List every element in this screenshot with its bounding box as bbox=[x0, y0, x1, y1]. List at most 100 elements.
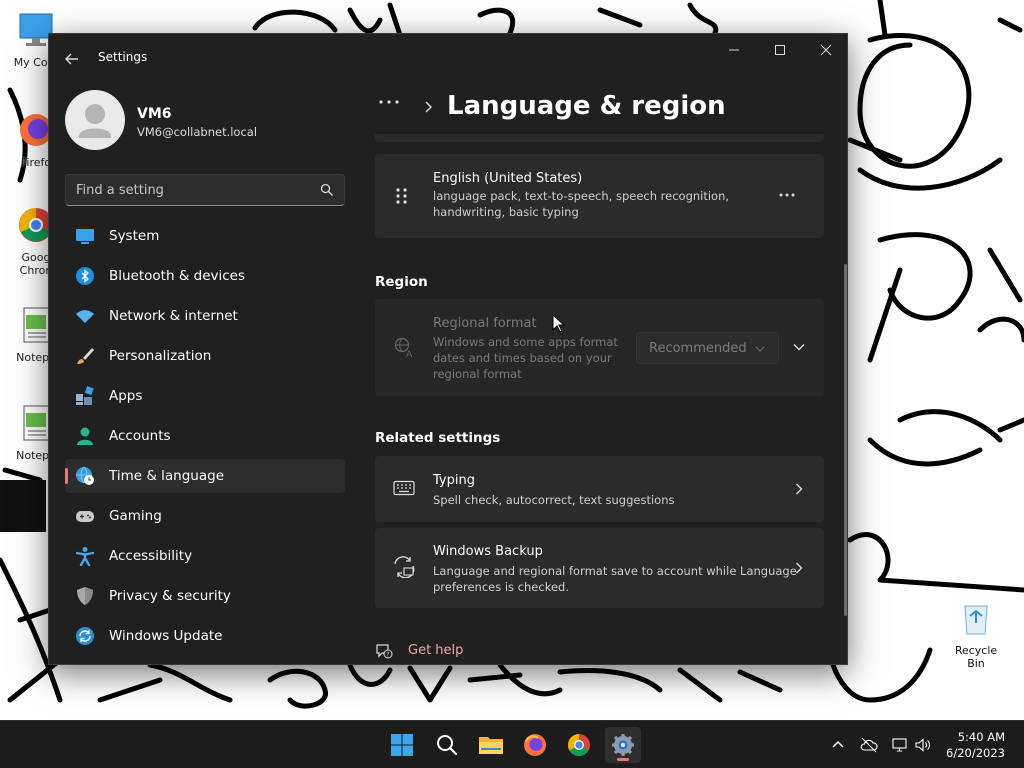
sidebar-item-label: Accounts bbox=[109, 428, 171, 444]
svg-text:A: A bbox=[406, 350, 413, 359]
chevron-right-icon bbox=[425, 101, 432, 113]
related-setting-windows-backup[interactable]: Windows Backup Language and regional for… bbox=[375, 528, 824, 608]
regional-format-desc-line3: regional format bbox=[433, 367, 522, 381]
regional-format-card[interactable]: A Regional format Windows and some apps … bbox=[375, 299, 824, 396]
expand-chevron-icon[interactable] bbox=[793, 342, 805, 352]
chrome-button[interactable] bbox=[561, 727, 597, 763]
title-bar[interactable]: Settings bbox=[49, 34, 847, 82]
start-button[interactable] bbox=[384, 727, 420, 763]
sidebar-item-label: Apps bbox=[109, 388, 143, 404]
desktop-icon-recycle-bin[interactable]: Recycle Bin bbox=[945, 598, 1007, 670]
sidebar-item-accessibility[interactable]: Accessibility bbox=[65, 539, 345, 573]
person-silhouette-icon bbox=[79, 104, 111, 138]
sidebar-item-privacy-security[interactable]: Privacy & security bbox=[65, 579, 345, 613]
svg-text:?: ? bbox=[386, 651, 389, 658]
sidebar-item-label: Windows Update bbox=[109, 628, 223, 644]
shield-icon bbox=[77, 587, 93, 605]
related-setting-typing[interactable]: Typing Spell check, autocorrect, text su… bbox=[375, 456, 824, 522]
update-icon bbox=[76, 627, 94, 645]
user-email: VM6@collabnet.local bbox=[137, 125, 258, 139]
search-button[interactable] bbox=[429, 727, 465, 763]
globe-clock-icon bbox=[76, 466, 94, 485]
volume-icon[interactable] bbox=[914, 736, 932, 754]
sidebar-item-label: Privacy & security bbox=[109, 588, 231, 604]
chrome-icon bbox=[568, 734, 590, 756]
windows-backup-title: Windows Backup bbox=[433, 544, 543, 559]
dropdown-selected-value: Recommended bbox=[649, 341, 747, 356]
get-help-link[interactable]: ? Get help bbox=[375, 641, 495, 661]
windows-backup-desc-line1: Language and regional format save to acc… bbox=[433, 564, 797, 578]
sidebar-item-bluetooth[interactable]: Bluetooth & devices bbox=[65, 259, 345, 293]
gear-icon bbox=[612, 734, 634, 756]
clock-date: 6/20/2023 bbox=[946, 746, 1005, 760]
regional-format-title: Regional format bbox=[433, 316, 537, 331]
sidebar-item-label: Time & language bbox=[109, 468, 225, 484]
sidebar-item-label: Network & internet bbox=[109, 308, 238, 324]
sidebar-nav: System Bluetooth & devices Network & int… bbox=[65, 219, 345, 659]
regional-format-dropdown[interactable]: Recommended bbox=[636, 332, 779, 364]
user-name: VM6 bbox=[137, 106, 172, 122]
brush-icon bbox=[77, 348, 94, 364]
chevron-right-icon bbox=[796, 562, 803, 574]
back-button[interactable] bbox=[59, 46, 85, 72]
bluetooth-icon bbox=[76, 267, 94, 285]
maximize-button[interactable] bbox=[757, 34, 803, 66]
sidebar-item-label: Bluetooth & devices bbox=[109, 268, 246, 284]
sidebar-item-label: Accessibility bbox=[109, 548, 193, 564]
sidebar-item-gaming[interactable]: Gaming bbox=[65, 499, 345, 533]
sidebar-item-network[interactable]: Network & internet bbox=[65, 299, 345, 333]
backup-sync-icon bbox=[394, 556, 415, 578]
search-placeholder: Find a setting bbox=[76, 183, 164, 198]
language-features-line2: handwriting, basic typing bbox=[433, 205, 579, 219]
sidebar-item-time-language[interactable]: Time & language bbox=[65, 459, 345, 493]
regional-format-desc-line2: dates and times based on your bbox=[433, 351, 612, 365]
section-heading-region: Region bbox=[375, 274, 428, 290]
window-title: Settings bbox=[98, 50, 148, 64]
sidebar-item-system[interactable]: System bbox=[65, 219, 345, 253]
sidebar-item-accounts[interactable]: Accounts bbox=[65, 419, 345, 453]
avatar[interactable] bbox=[65, 90, 125, 150]
network-icon[interactable] bbox=[891, 736, 909, 754]
regional-format-icon: A bbox=[394, 337, 413, 359]
sidebar-item-apps[interactable]: Apps bbox=[65, 379, 345, 413]
scrolled-card-edge bbox=[375, 134, 824, 142]
show-hidden-icons-chevron-icon[interactable] bbox=[829, 736, 847, 754]
system-clock[interactable]: 5:40 AM 6/20/2023 bbox=[946, 729, 1005, 761]
typing-desc: Spell check, autocorrect, text suggestio… bbox=[433, 493, 675, 507]
sidebar-item-label: Personalization bbox=[109, 348, 212, 364]
folder-icon bbox=[479, 737, 503, 754]
firefox-button[interactable] bbox=[517, 727, 553, 763]
sidebar-item-label: Gaming bbox=[109, 508, 162, 524]
minimize-button[interactable] bbox=[711, 34, 757, 66]
system-icon bbox=[76, 229, 94, 244]
cloud-offline-icon[interactable] bbox=[860, 736, 878, 754]
drag-handle-icon[interactable] bbox=[395, 187, 409, 205]
sidebar-item-windows-update[interactable]: Windows Update bbox=[65, 619, 345, 653]
close-icon bbox=[820, 44, 832, 56]
language-card-english-us[interactable]: English (United States) language pack, t… bbox=[375, 154, 824, 238]
file-explorer-button[interactable] bbox=[473, 727, 509, 763]
person-icon bbox=[77, 427, 93, 445]
search-input[interactable]: Find a setting bbox=[65, 174, 345, 206]
sidebar-item-personalization[interactable]: Personalization bbox=[65, 339, 345, 373]
help-chat-icon: ? bbox=[376, 644, 393, 659]
settings-button[interactable] bbox=[605, 727, 641, 763]
breadcrumb-overflow-icon[interactable] bbox=[376, 94, 402, 110]
chevron-down-icon bbox=[755, 346, 765, 352]
desktop-icon-label: Recycle Bin bbox=[954, 644, 998, 670]
minimize-icon bbox=[729, 49, 739, 51]
content-scrollbar[interactable] bbox=[844, 264, 847, 616]
apps-icon bbox=[76, 386, 94, 405]
search-icon bbox=[320, 183, 333, 196]
more-options-icon[interactable] bbox=[778, 190, 796, 200]
maximize-icon bbox=[775, 45, 785, 55]
wifi-icon bbox=[76, 310, 94, 323]
close-button[interactable] bbox=[803, 34, 847, 66]
taskbar: 5:40 AM 6/20/2023 bbox=[0, 720, 1024, 768]
section-heading-related-settings: Related settings bbox=[375, 430, 501, 446]
content-pane: English (United States) language pack, t… bbox=[375, 134, 825, 664]
regional-format-desc-line1: Windows and some apps format bbox=[433, 335, 618, 349]
active-app-indicator bbox=[617, 758, 629, 761]
sidebar-item-label: System bbox=[109, 228, 160, 244]
chevron-right-icon bbox=[796, 483, 803, 495]
